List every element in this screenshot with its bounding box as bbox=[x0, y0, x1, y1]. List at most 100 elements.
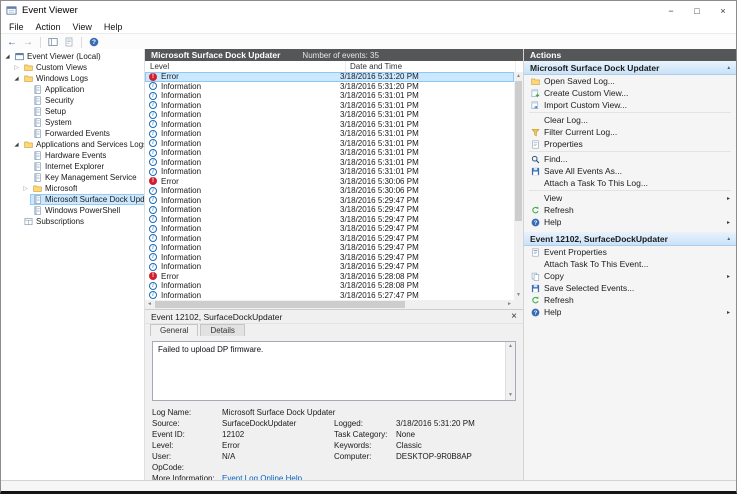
tree-item-core[interactable]: Event Viewer (Local) bbox=[12, 51, 104, 62]
scroll-up-icon[interactable]: ▲ bbox=[506, 342, 515, 351]
event-row[interactable]: iInformation3/18/2016 5:31:01 PM bbox=[145, 139, 514, 149]
tree-item-event-viewer-local[interactable]: ◢Event Viewer (Local) bbox=[1, 51, 144, 62]
tree-item-key-management-service[interactable]: Key Management Service bbox=[1, 172, 144, 183]
tree-item-subscriptions[interactable]: Subscriptions bbox=[1, 216, 144, 227]
action-refresh[interactable]: Refresh bbox=[524, 294, 736, 306]
help-icon[interactable]: ? bbox=[88, 36, 100, 48]
event-row[interactable]: !Error3/18/2016 5:30:06 PM bbox=[145, 177, 514, 187]
tree-item-core[interactable]: Setup bbox=[30, 106, 69, 117]
tree-expanded-arrow-icon[interactable]: ◢ bbox=[12, 142, 21, 148]
horizontal-scrollbar-thumb[interactable] bbox=[155, 301, 405, 308]
tree-item-core[interactable]: System bbox=[30, 117, 75, 128]
tree-item-microsoft-surface-dock-updater[interactable]: Microsoft Surface Dock Updater bbox=[1, 194, 144, 205]
action-clear-log[interactable]: Clear Log... bbox=[524, 114, 736, 126]
menu-action[interactable]: Action bbox=[30, 22, 67, 32]
event-row[interactable]: !Error3/18/2016 5:28:08 PM bbox=[145, 272, 514, 282]
action-attach-task-to-this-event[interactable]: Attach Task To This Event... bbox=[524, 258, 736, 270]
tree-item-core[interactable]: Windows PowerShell bbox=[30, 205, 123, 216]
scroll-left-icon[interactable]: ◄ bbox=[145, 300, 154, 309]
tree-collapsed-arrow-icon[interactable]: ▷ bbox=[12, 64, 21, 71]
event-row[interactable]: iInformation3/18/2016 5:31:01 PM bbox=[145, 101, 514, 111]
vertical-scrollbar[interactable]: ▲ ▼ bbox=[514, 72, 523, 300]
event-row[interactable]: iInformation3/18/2016 5:29:47 PM bbox=[145, 253, 514, 263]
tree-item-microsoft[interactable]: ▷Microsoft bbox=[1, 183, 144, 194]
tree-item-hardware-events[interactable]: Hardware Events bbox=[1, 150, 144, 161]
action-find[interactable]: Find... bbox=[524, 153, 736, 165]
column-header-level[interactable]: Level bbox=[145, 61, 346, 72]
event-description[interactable]: Failed to upload DP firmware. ▲ ▼ bbox=[152, 341, 516, 401]
tree-item-forwarded-events[interactable]: Forwarded Events bbox=[1, 128, 144, 139]
tree-item-custom-views[interactable]: ▷Custom Views bbox=[1, 62, 144, 73]
event-row[interactable]: iInformation3/18/2016 5:31:01 PM bbox=[145, 129, 514, 139]
action-save-all-events-as[interactable]: Save All Events As... bbox=[524, 165, 736, 177]
export-list-icon[interactable] bbox=[63, 36, 75, 48]
maximize-button[interactable]: □ bbox=[684, 1, 710, 20]
event-row[interactable]: iInformation3/18/2016 5:29:47 PM bbox=[145, 243, 514, 253]
tree-item-windows-logs[interactable]: ◢Windows Logs bbox=[1, 73, 144, 84]
scroll-down-icon[interactable]: ▼ bbox=[506, 391, 515, 400]
action-attach-a-task-to-this-log[interactable]: Attach a Task To This Log... bbox=[524, 177, 736, 189]
action-filter-current-log[interactable]: Filter Current Log... bbox=[524, 126, 736, 138]
action-help[interactable]: ?Help▸ bbox=[524, 306, 736, 318]
action-import-custom-view[interactable]: Import Custom View... bbox=[524, 99, 736, 111]
event-row[interactable]: iInformation3/18/2016 5:31:20 PM bbox=[145, 82, 514, 92]
tree-item-system[interactable]: System bbox=[1, 117, 144, 128]
vertical-scrollbar-thumb[interactable] bbox=[515, 81, 522, 221]
tree-item-core[interactable]: Hardware Events bbox=[30, 150, 109, 161]
event-row[interactable]: iInformation3/18/2016 5:29:47 PM bbox=[145, 224, 514, 234]
actions-section-header-event-12102-surfacedockupdater[interactable]: Event 12102, SurfaceDockUpdater▴ bbox=[524, 232, 736, 246]
action-event-properties[interactable]: Event Properties bbox=[524, 246, 736, 258]
tree-item-internet-explorer[interactable]: Internet Explorer bbox=[1, 161, 144, 172]
message-scrollbar[interactable]: ▲ ▼ bbox=[505, 342, 515, 400]
event-row[interactable]: iInformation3/18/2016 5:28:08 PM bbox=[145, 281, 514, 291]
action-help[interactable]: ?Help▸ bbox=[524, 216, 736, 228]
tree-item-core[interactable]: Applications and Services Logs bbox=[21, 139, 145, 150]
tree-item-core[interactable]: Forwarded Events bbox=[30, 128, 113, 139]
tree-item-applications-and-services-logs[interactable]: ◢Applications and Services Logs bbox=[1, 139, 144, 150]
event-row[interactable]: iInformation3/18/2016 5:29:47 PM bbox=[145, 234, 514, 244]
event-row[interactable]: iInformation3/18/2016 5:31:01 PM bbox=[145, 120, 514, 130]
tree-item-core[interactable]: Security bbox=[30, 95, 77, 106]
menu-file[interactable]: File bbox=[3, 22, 30, 32]
action-create-custom-view[interactable]: Create Custom View... bbox=[524, 87, 736, 99]
horizontal-scrollbar[interactable]: ◄ ► bbox=[145, 300, 514, 309]
scroll-down-icon[interactable]: ▼ bbox=[514, 291, 523, 300]
forward-icon[interactable]: → bbox=[22, 36, 34, 48]
tree-item-core[interactable]: Key Management Service bbox=[30, 172, 140, 183]
actions-section-header-microsoft-surface-dock-updater[interactable]: Microsoft Surface Dock Updater▴ bbox=[524, 61, 736, 75]
titlebar[interactable]: Event Viewer − □ × bbox=[1, 1, 736, 21]
tree-item-core[interactable]: Application bbox=[30, 84, 87, 95]
collapse-chevron-icon[interactable]: ▴ bbox=[727, 236, 730, 242]
action-view[interactable]: View▸ bbox=[524, 192, 736, 204]
menu-help[interactable]: Help bbox=[98, 22, 129, 32]
event-row[interactable]: iInformation3/18/2016 5:31:01 PM bbox=[145, 110, 514, 120]
scroll-right-icon[interactable]: ► bbox=[505, 300, 514, 309]
scroll-up-icon[interactable]: ▲ bbox=[514, 72, 523, 81]
tree-item-application[interactable]: Application bbox=[1, 84, 144, 95]
tree-expanded-arrow-icon[interactable]: ◢ bbox=[12, 76, 21, 82]
tree-item-core[interactable]: Custom Views bbox=[21, 62, 90, 73]
close-button[interactable]: × bbox=[710, 1, 736, 20]
tree-item-core[interactable]: Microsoft bbox=[30, 183, 80, 194]
tree-item-core[interactable]: Windows Logs bbox=[21, 73, 91, 84]
column-header-date[interactable]: Date and Time bbox=[346, 61, 516, 72]
event-row[interactable]: iInformation3/18/2016 5:29:47 PM bbox=[145, 215, 514, 225]
close-preview-icon[interactable]: × bbox=[511, 310, 517, 323]
tree-collapsed-arrow-icon[interactable]: ▷ bbox=[21, 185, 30, 192]
action-save-selected-events[interactable]: Save Selected Events... bbox=[524, 282, 736, 294]
tree-item-windows-powershell[interactable]: Windows PowerShell bbox=[1, 205, 144, 216]
tree-item-core[interactable]: Internet Explorer bbox=[30, 161, 107, 172]
event-row[interactable]: iInformation3/18/2016 5:29:47 PM bbox=[145, 205, 514, 215]
event-row[interactable]: iInformation3/18/2016 5:31:01 PM bbox=[145, 91, 514, 101]
action-refresh[interactable]: Refresh bbox=[524, 204, 736, 216]
action-properties[interactable]: Properties bbox=[524, 138, 736, 150]
event-row[interactable]: iInformation3/18/2016 5:31:01 PM bbox=[145, 167, 514, 177]
event-row[interactable]: !Error3/18/2016 5:31:20 PM bbox=[145, 72, 514, 82]
menu-view[interactable]: View bbox=[67, 22, 98, 32]
event-row[interactable]: iInformation3/18/2016 5:30:06 PM bbox=[145, 186, 514, 196]
action-open-saved-log[interactable]: Open Saved Log... bbox=[524, 75, 736, 87]
event-row[interactable]: iInformation3/18/2016 5:31:01 PM bbox=[145, 158, 514, 168]
collapse-chevron-icon[interactable]: ▴ bbox=[727, 65, 730, 71]
tree-item-security[interactable]: Security bbox=[1, 95, 144, 106]
minimize-button[interactable]: − bbox=[658, 1, 684, 20]
